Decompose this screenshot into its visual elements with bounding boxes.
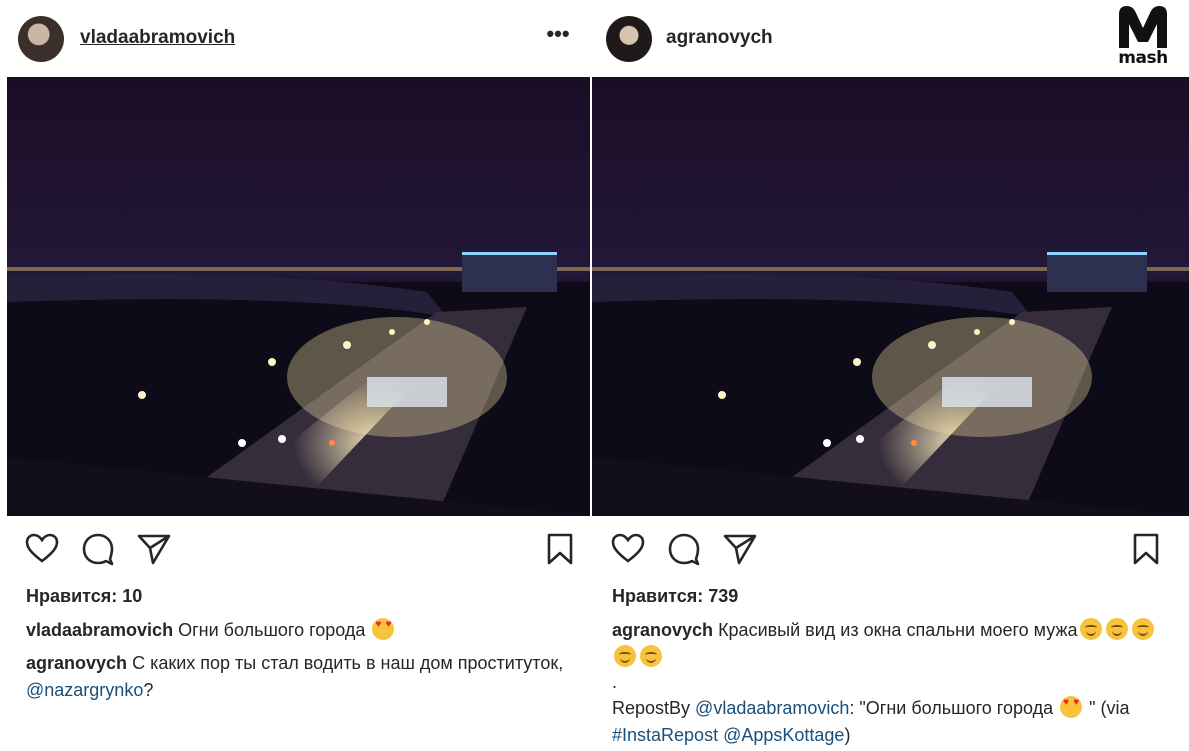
comment-username[interactable]: agranovych [26,653,127,673]
send-icon[interactable] [136,531,172,567]
smile-emoji-icon [614,645,636,667]
likes-count[interactable]: Нравится: 739 [612,586,738,607]
repost-end-quote: " (via [1084,698,1130,718]
comment-icon[interactable] [80,531,116,567]
post-photo[interactable] [7,77,590,516]
mash-wordmark: mash [1118,48,1168,68]
dot-line: . [612,672,618,692]
right-post: agranovych mash Нравится: 739 agranovych… [592,0,1189,751]
username[interactable]: agranovych [666,27,773,49]
repost-quote: : "Огни большого города [849,698,1054,718]
night-city-photo [592,77,1189,516]
post-caption: vladaabramovich Огни большого города [26,617,566,644]
left-post: vladaabramovich ••• Нравится: 10 vladaab… [0,0,590,751]
repost-hashtag[interactable]: #InstaRepost [612,725,718,745]
caption-username[interactable]: agranovych [612,620,713,640]
caption-text: Красивый вид из окна спальни моего мужа [718,620,1078,640]
send-icon[interactable] [722,531,758,567]
smile-emoji-icon [640,645,662,667]
repost-credit: RepostBy @vladaabramovich: "Огни большог… [612,695,1172,749]
repost-mention[interactable]: @vladaabramovich [695,698,849,718]
heart-icon[interactable] [610,531,646,567]
repost-prefix: RepostBy [612,698,696,718]
action-bar [592,531,1189,571]
post-photo[interactable] [592,77,1189,516]
post-header: vladaabramovich ••• [0,0,590,76]
likes-count[interactable]: Нравится: 10 [26,586,142,607]
comment-text-end: ? [143,680,154,700]
caption-text: Огни большого города [178,620,366,640]
bookmark-icon[interactable] [542,531,578,567]
screenshot-comparison: vladaabramovich ••• Нравится: 10 vladaab… [0,0,1189,751]
avatar[interactable] [606,16,652,62]
post-header: agranovych mash [592,0,1189,76]
heart-icon[interactable] [24,531,60,567]
smile-emoji-icon [1131,618,1154,640]
caption-username[interactable]: vladaabramovich [26,620,173,640]
smile-emoji-icon [1105,618,1128,640]
more-dots-icon[interactable]: ••• [544,23,572,52]
username[interactable]: vladaabramovich [80,27,235,49]
action-bar [0,531,590,571]
heart-eyes-emoji-icon [372,618,395,640]
repost-mention-2[interactable]: @AppsKottage [723,725,844,745]
comment-text: С каких пор ты стал водить в наш дом про… [132,653,564,673]
repost-close: ) [844,725,851,745]
mash-logo: mash [1115,4,1171,70]
night-city-photo [7,77,590,516]
comment: agranovych С каких пор ты стал водить в … [26,650,566,704]
post-caption: agranovych Красивый вид из окна спальни … [612,617,1172,671]
bookmark-icon[interactable] [1128,531,1164,567]
comment-mention[interactable]: @nazargrynko [26,680,143,700]
heart-eyes-emoji-icon [1060,696,1083,718]
comment-icon[interactable] [666,531,702,567]
avatar[interactable] [18,16,64,62]
smile-emoji-icon [1079,618,1102,640]
mash-m-icon [1119,6,1167,48]
